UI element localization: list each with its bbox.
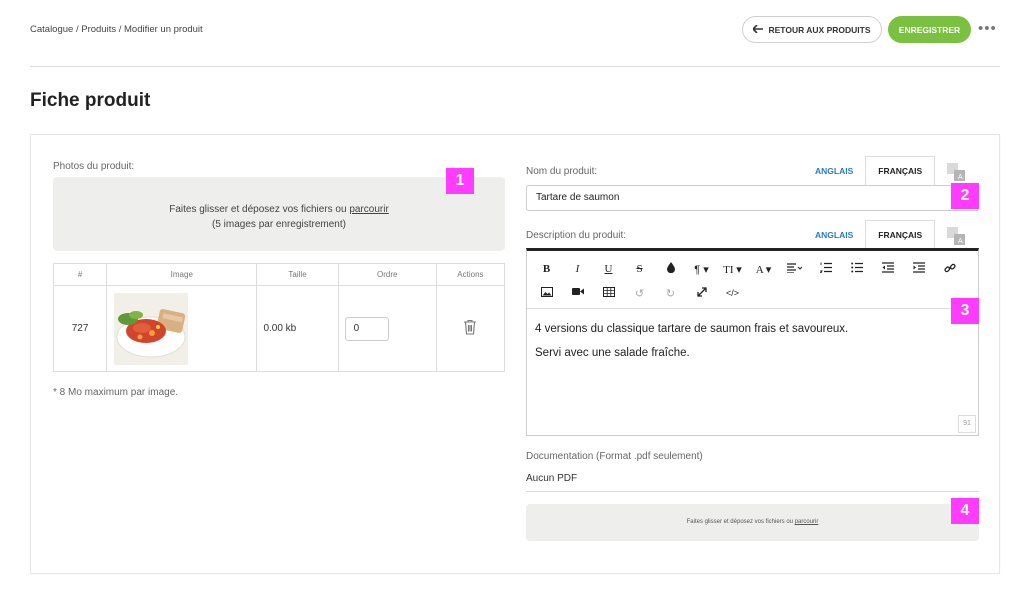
documentation-divider — [526, 491, 979, 492]
translate-icon[interactable]: A — [946, 162, 966, 182]
font-size-dropdown-icon[interactable]: TI ▾ — [717, 263, 748, 276]
marker-1: 1 — [446, 168, 474, 194]
indent-icon[interactable] — [903, 262, 934, 276]
tab-english[interactable]: ANGLAIS — [803, 156, 865, 185]
header-divider — [30, 66, 1000, 67]
top-bar: Catalogue / Produits / Modifier un produ… — [30, 14, 1000, 46]
fullscreen-icon[interactable] — [686, 286, 717, 300]
unordered-list-icon[interactable] — [841, 262, 872, 276]
dropzone-text: Faites glisser et déposez vos fichiers o… — [686, 519, 794, 525]
editor-toolbar: B I U S ¶ ▾ TI ▾ A ▾ ↺ ↻ </> — [527, 251, 978, 309]
align-dropdown-icon[interactable] — [779, 262, 810, 276]
bold-icon[interactable]: B — [531, 263, 562, 275]
max-size-note: * 8 Mo maximum par image. — [53, 387, 179, 398]
tab-english[interactable]: ANGLAIS — [803, 220, 865, 249]
description-line-2: Servi avec une salade fraîche. — [535, 347, 690, 359]
image-icon[interactable] — [531, 286, 562, 300]
table-icon[interactable] — [593, 286, 624, 300]
italic-icon[interactable]: I — [562, 263, 593, 275]
dropzone-text: Faites glisser et déposez vos fichiers o… — [169, 204, 347, 215]
photos-dropzone[interactable]: Faites glisser et déposez vos fichiers o… — [53, 177, 505, 251]
page-title: Fiche produit — [30, 90, 151, 111]
table-row: 727 0.00 kb 0 — [52, 285, 506, 372]
documentation-dropzone[interactable]: Faites glisser et déposez vos fichiers o… — [526, 504, 979, 541]
photos-table: # Image Taille Ordre Actions 727 0.00 kb… — [52, 263, 506, 372]
back-button-label: RETOUR AUX PRODUITS — [768, 24, 871, 35]
trash-icon[interactable] — [463, 319, 477, 335]
tab-french[interactable]: FRANÇAIS — [865, 220, 936, 249]
photo-id: 727 — [52, 285, 108, 372]
breadcrumb[interactable]: Catalogue / Produits / Modifier un produ… — [30, 24, 203, 35]
description-label: Description du produit: — [526, 230, 627, 241]
browse-link[interactable]: parcourir — [349, 204, 388, 215]
editor-content[interactable]: 4 versions du classique tartare de saumo… — [527, 309, 978, 373]
marker-2: 2 — [951, 183, 979, 209]
arrow-left-icon — [752, 23, 764, 35]
photos-label: Photos du produit: — [53, 161, 135, 172]
outdent-icon[interactable] — [872, 262, 903, 276]
ordered-list-icon[interactable] — [810, 262, 841, 276]
svg-text:A: A — [958, 174, 963, 181]
link-icon[interactable] — [934, 262, 965, 277]
description-editor: B I U S ¶ ▾ TI ▾ A ▾ ↺ ↻ </> 4 versions … — [526, 248, 979, 436]
back-to-products-button[interactable]: RETOUR AUX PRODUITS — [742, 16, 882, 43]
underline-icon[interactable]: U — [593, 263, 624, 275]
svg-text:A: A — [958, 238, 963, 245]
column-header-order: Ordre — [337, 263, 437, 286]
save-button[interactable]: ENREGISTRER — [888, 16, 971, 43]
redo-icon[interactable]: ↻ — [655, 287, 686, 300]
column-header-size: Taille — [256, 263, 339, 286]
product-photo-thumbnail — [114, 292, 189, 365]
documentation-label: Documentation (Format .pdf seulement) — [526, 451, 703, 462]
column-header-number: # — [52, 263, 108, 286]
order-input[interactable]: 0 — [344, 316, 389, 341]
more-options-icon[interactable]: ••• — [978, 20, 997, 37]
photo-size: 0.00 kb — [256, 285, 339, 372]
color-drop-icon[interactable] — [655, 262, 686, 276]
paragraph-dropdown-icon[interactable]: ¶ ▾ — [686, 263, 717, 276]
tab-french[interactable]: FRANÇAIS — [865, 156, 936, 185]
font-color-dropdown-icon[interactable]: A ▾ — [748, 263, 779, 276]
code-view-icon[interactable]: </> — [717, 288, 748, 298]
marker-3: 3 — [951, 298, 979, 324]
name-language-tabs: ANGLAIS FRANÇAIS — [803, 156, 936, 185]
marker-4: 4 — [951, 498, 979, 524]
video-icon[interactable] — [562, 287, 593, 299]
description-line-1: 4 versions du classique tartare de saumo… — [535, 323, 849, 335]
documentation-value: Aucun PDF — [526, 473, 578, 484]
undo-icon[interactable]: ↺ — [624, 287, 655, 300]
column-header-image: Image — [106, 263, 258, 286]
description-language-tabs: ANGLAIS FRANÇAIS — [803, 220, 936, 249]
dropzone-subtext: (5 images par enregistrement) — [212, 219, 346, 230]
product-name-label: Nom du produit: — [526, 166, 598, 177]
browse-link[interactable]: parcourir — [795, 519, 819, 525]
product-name-input[interactable]: Tartare de saumon — [526, 185, 979, 211]
column-header-actions: Actions — [435, 263, 506, 286]
translate-icon[interactable]: A — [946, 226, 966, 246]
product-form-card: Photos du produit: Faites glisser et dép… — [30, 134, 1000, 574]
strikethrough-icon[interactable]: S — [624, 263, 655, 275]
character-count: 91 — [958, 415, 976, 433]
